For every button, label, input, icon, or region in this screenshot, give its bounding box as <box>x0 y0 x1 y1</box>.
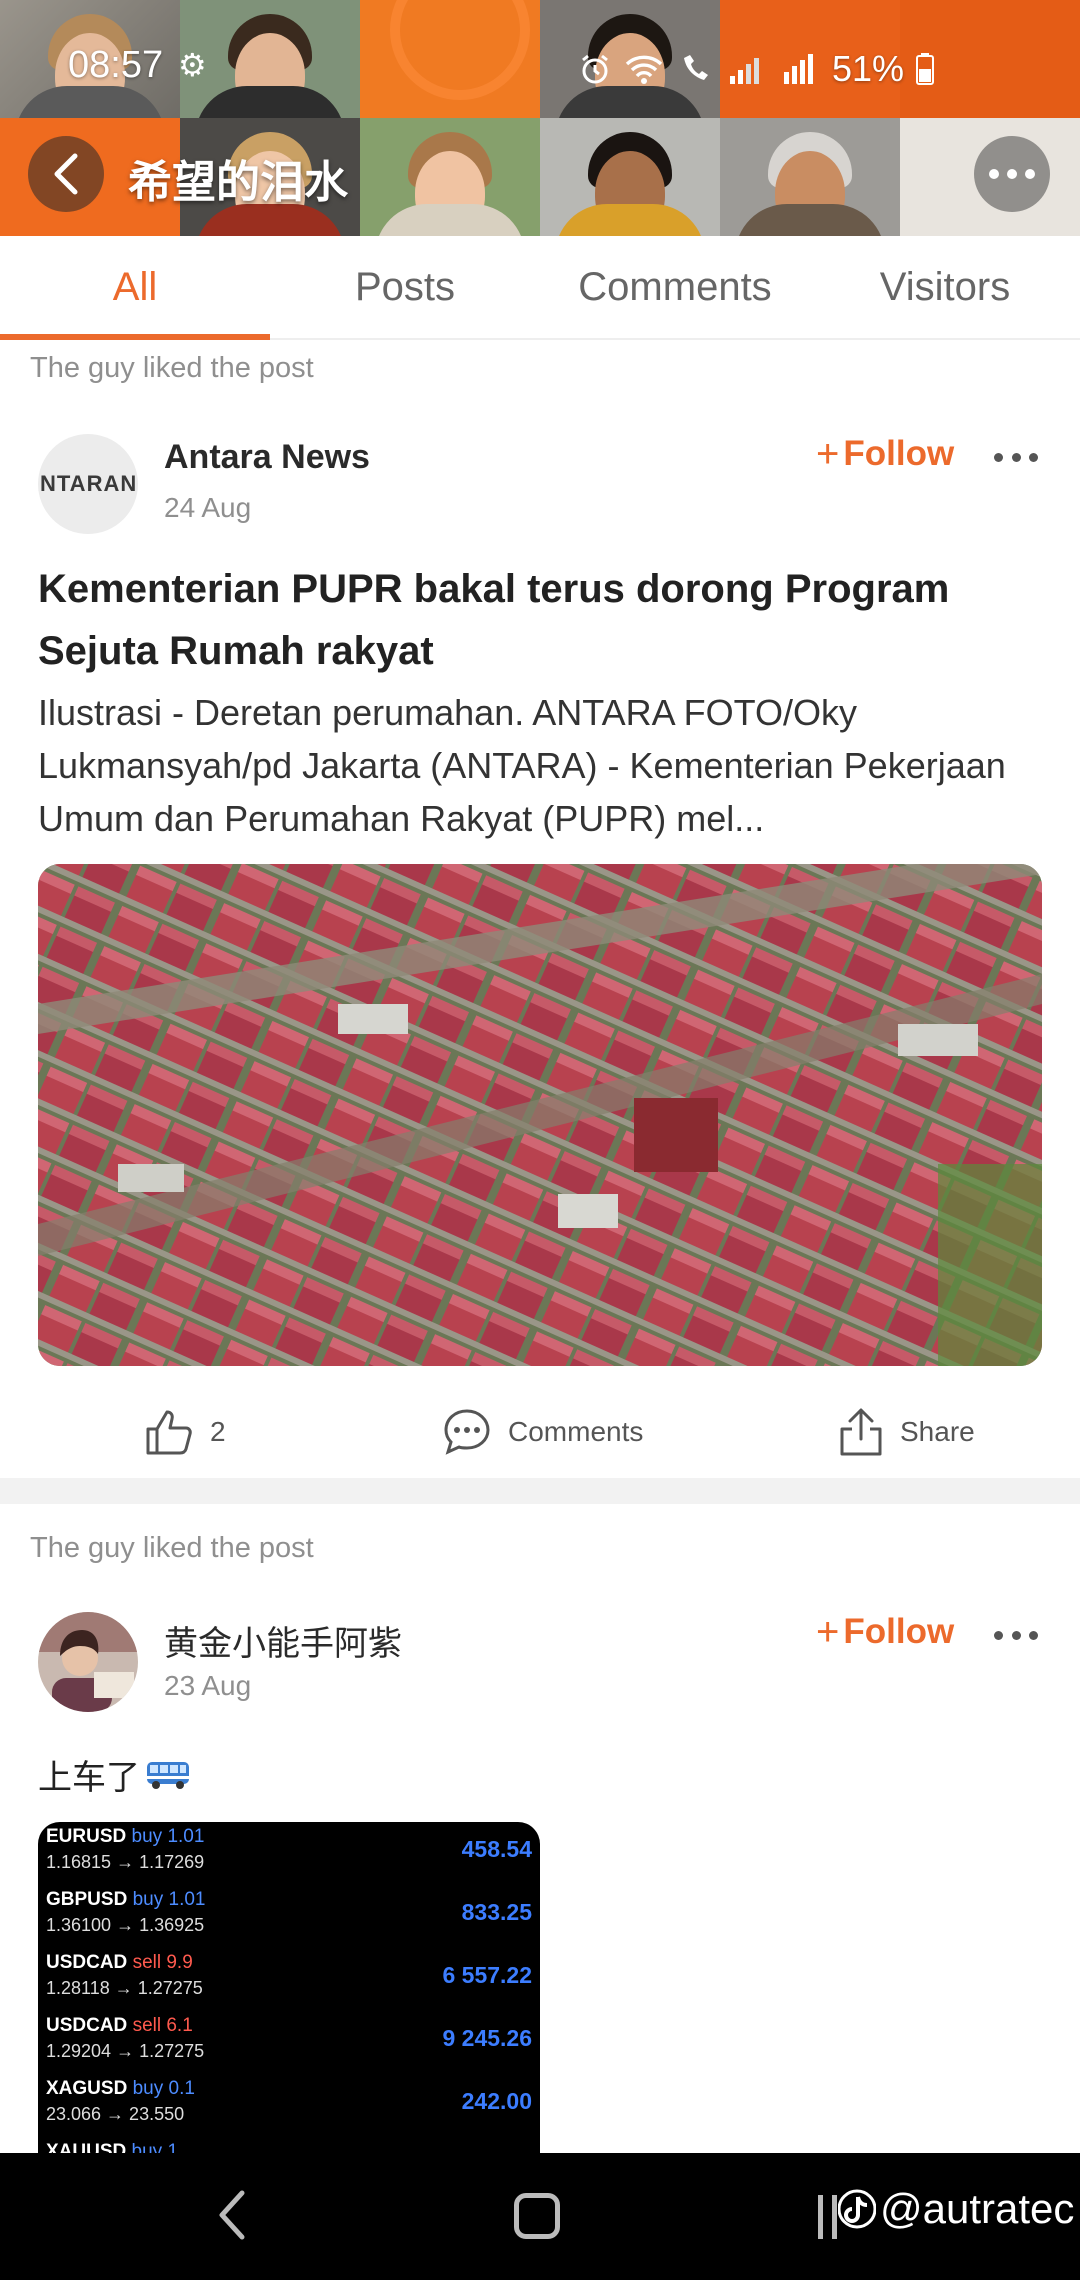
share-label: Share <box>900 1416 975 1447</box>
activity-tabs: All Posts Comments Visitors <box>0 236 1080 340</box>
trade-row: GBPUSD buy 1.01 1.36100 → 1.36925 833.25 <box>46 1885 532 1948</box>
comments-label: Comments <box>508 1416 644 1447</box>
trade-rates: 1.16815 → 1.17269 <box>46 1852 205 1872</box>
comment-icon <box>444 1409 490 1455</box>
trade-side: buy <box>132 1889 164 1910</box>
trade-symbol: EURUSD <box>46 1826 127 1847</box>
author-name[interactable]: Antara News <box>164 438 370 477</box>
tiktok-logo-icon <box>838 2189 876 2229</box>
plus-icon: + <box>816 432 840 476</box>
more-options-button[interactable] <box>974 136 1050 212</box>
tab-all[interactable]: All <box>0 236 270 340</box>
trade-profit: 833.25 <box>461 1899 532 1925</box>
post-date: 23 Aug <box>164 1670 252 1701</box>
trade-profit: 9 245.26 <box>442 2025 532 2051</box>
back-button[interactable] <box>28 136 104 212</box>
trade-rates: 1.36100 → 1.36925 <box>46 1915 205 1935</box>
like-count: 2 <box>210 1416 226 1447</box>
system-nav-bar: @autratec <box>0 2153 1080 2280</box>
wifi-icon <box>625 55 663 84</box>
more-horizontal-icon <box>994 1630 1003 1640</box>
notification-icon: ⚙ <box>178 47 207 83</box>
activity-label: The guy liked the post <box>30 352 314 384</box>
trade-side: sell <box>132 1952 162 1973</box>
status-time: 08:57 <box>68 44 164 86</box>
share-button[interactable]: Share <box>838 1384 975 1480</box>
trade-screenshot[interactable]: EURUSD buy 1.01 1.16815 → 1.17269 458.54… <box>38 1822 540 2182</box>
battery-icon <box>916 53 935 85</box>
housing-aerial-photo <box>38 864 1042 1366</box>
trade-profit: 242.00 <box>461 2088 532 2114</box>
thumbs-up-icon <box>146 1410 192 1455</box>
post-date: 24 Aug <box>164 492 252 523</box>
comments-button[interactable]: Comments <box>442 1384 643 1480</box>
status-icons: 51% <box>578 48 935 90</box>
trade-lot: 9.9 <box>166 1952 193 1973</box>
author-name[interactable]: 黄金小能手阿紫 <box>164 1616 402 1665</box>
feed-divider <box>0 1478 1080 1504</box>
trade-lot: 1.01 <box>167 1826 205 1847</box>
nav-back-button[interactable] <box>214 2189 248 2246</box>
watermark-text: @autratec <box>880 2185 1075 2232</box>
trade-symbol: XAGUSD <box>46 2078 128 2099</box>
post-image[interactable] <box>38 864 1042 1366</box>
more-horizontal-icon <box>989 169 999 179</box>
post-title[interactable]: Kementerian PUPR bakal terus dorong Prog… <box>38 558 1048 682</box>
page-title: 希望的泪水 <box>128 157 348 208</box>
post-actions: 2 Comments Share <box>0 1384 1080 1480</box>
trade-symbol: USDCAD <box>46 1952 128 1973</box>
avatar-logo-text: ANTARANE <box>38 471 138 496</box>
plus-icon: + <box>816 1610 840 1654</box>
tab-comments[interactable]: Comments <box>540 236 810 338</box>
post-menu-button[interactable] <box>994 1628 1038 1642</box>
post-menu-button[interactable] <box>994 450 1038 464</box>
trade-rates: 1.29204 → 1.27275 <box>46 2041 205 2061</box>
avatar[interactable]: ANTARANE <box>38 434 138 534</box>
signal-icon <box>730 58 759 84</box>
tab-posts[interactable]: Posts <box>270 236 540 338</box>
wifi-call-icon <box>684 55 708 80</box>
trade-rates: 1.28118 → 1.27275 <box>46 1978 203 1998</box>
trade-side: buy <box>132 2078 164 2099</box>
trade-row: USDCAD sell 9.9 1.28118 → 1.27275 6 557.… <box>46 1948 532 2011</box>
nav-recents-button[interactable] <box>818 2195 837 2239</box>
trade-symbol: USDCAD <box>46 2015 128 2036</box>
follow-label: Follow <box>843 1612 955 1651</box>
trade-side: buy <box>131 1826 163 1847</box>
avatar[interactable] <box>38 1612 138 1712</box>
nav-home-button[interactable] <box>514 2193 560 2239</box>
more-horizontal-icon <box>994 452 1003 462</box>
trade-profit: 6 557.22 <box>442 1962 532 1988</box>
trade-row: EURUSD buy 1.01 1.16815 → 1.17269 458.54 <box>46 1822 532 1885</box>
trade-symbol: GBPUSD <box>46 1889 128 1910</box>
trade-row: XAGUSD buy 0.1 23.066 → 23.550 242.00 <box>46 2074 532 2137</box>
signal-roaming-icon <box>784 54 813 84</box>
like-button[interactable]: 2 <box>144 1384 226 1480</box>
trade-profit: 458.54 <box>461 1836 532 1862</box>
trade-lot: 6.1 <box>166 2015 193 2036</box>
trade-lot: 0.1 <box>168 2078 195 2099</box>
activity-label: The guy liked the post <box>30 1532 314 1564</box>
chevron-left-icon <box>54 153 78 195</box>
post-text[interactable]: 上车了 <box>38 1750 190 1799</box>
follow-button[interactable]: + Follow <box>816 434 954 474</box>
status-bar: 08:57 ⚙ 51% <box>0 0 1080 140</box>
post-text-content: 上车了 <box>38 1758 140 1798</box>
trade-row: USDCAD sell 6.1 1.29204 → 1.27275 9 245.… <box>46 2011 532 2074</box>
post-excerpt[interactable]: Ilustrasi - Deretan perumahan. ANTARA FO… <box>38 686 1048 845</box>
bus-icon <box>147 1761 189 1789</box>
follow-button[interactable]: + Follow <box>816 1612 954 1652</box>
share-icon <box>840 1408 882 1456</box>
alarm-icon <box>582 54 608 84</box>
profile-header: 08:57 ⚙ 51% 希望的泪水 <box>0 0 1080 236</box>
trade-side: sell <box>132 2015 162 2036</box>
watermark: @autratec <box>838 2185 1074 2233</box>
battery-level: 51% <box>832 48 905 89</box>
trade-rates: 23.066 → 23.550 <box>46 2104 185 2124</box>
trade-lot: 1.01 <box>168 1889 206 1910</box>
tab-visitors[interactable]: Visitors <box>810 236 1080 338</box>
follow-label: Follow <box>843 434 955 473</box>
chevron-left-icon <box>219 2190 245 2240</box>
